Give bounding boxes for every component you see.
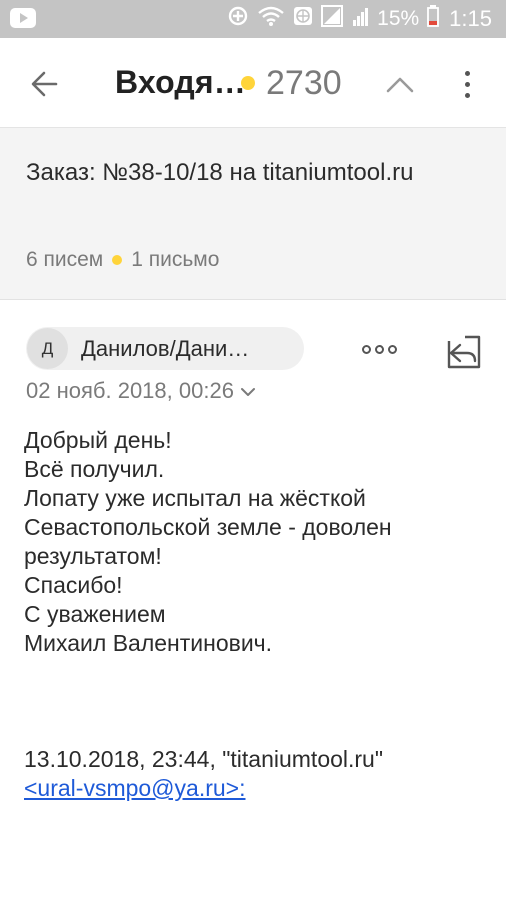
youtube-notification-icon — [10, 8, 36, 28]
more-dot-icon — [464, 81, 470, 87]
reply-icon — [447, 335, 481, 369]
chevron-up-icon — [386, 77, 414, 93]
unread-messages-count[interactable]: 1 письмо — [131, 248, 219, 272]
more-options-button[interactable] — [452, 62, 482, 106]
quote-email-link[interactable]: <ural-vsmpo@ya.ru>: — [24, 775, 246, 801]
thread-meta: 6 писем 1 письмо — [26, 248, 219, 272]
messages-count: 6 писем — [26, 248, 104, 271]
clock: 1:15 — [449, 6, 492, 31]
wifi-icon — [257, 5, 285, 33]
chevron-down-icon — [240, 388, 255, 396]
signal-bars-icon — [353, 5, 369, 33]
folder-title: Входя… — [115, 64, 246, 100]
thread-subject: Заказ: №38-10/18 на titaniumtool.ru — [26, 159, 414, 186]
circle-dot-icon — [375, 345, 384, 354]
message-date[interactable]: 02 нояб. 2018, 00:26 — [26, 378, 256, 404]
avatar: Д — [27, 328, 68, 369]
body-signature: Михаил Валентинович. — [24, 630, 273, 656]
back-button[interactable] — [22, 62, 66, 106]
more-dot-icon — [464, 92, 470, 98]
status-bar: 15% 1:15 — [0, 0, 506, 38]
status-icons: 15% 1:15 — [227, 0, 492, 38]
sim-signal-icon — [321, 5, 345, 33]
message-more-button[interactable] — [362, 345, 397, 354]
body-greeting: Добрый день! — [24, 427, 172, 453]
unread-count: 2730 — [266, 64, 342, 102]
sender-chip[interactable]: Д Данилов/Дани… — [26, 327, 304, 370]
thread-header: Заказ: №38-10/18 на titaniumtool.ru 6 пи… — [0, 128, 506, 300]
body-line: Севастопольской земле - доволен — [24, 514, 392, 540]
circle-dot-icon — [362, 345, 371, 354]
body-line: результатом! — [24, 543, 162, 569]
body-line: Всё получил. — [24, 456, 165, 482]
circle-dot-icon — [388, 345, 397, 354]
battery-percent: 15% — [377, 7, 420, 30]
battery-icon — [427, 5, 440, 33]
previous-thread-button[interactable] — [380, 64, 420, 104]
sender-name: Данилов/Дани… — [81, 335, 250, 361]
unread-dot — [112, 255, 123, 265]
data-saver-icon — [227, 5, 249, 33]
body-regards: С уважением — [24, 601, 166, 627]
reply-button[interactable] — [445, 333, 483, 371]
body-thanks: Спасибо! — [24, 572, 123, 598]
message-body: Добрый день! Всё получил. Лопату уже исп… — [24, 426, 494, 803]
app-bar: Входя… 2730 — [0, 38, 506, 128]
unread-dot — [241, 76, 255, 90]
arrow-left-icon — [31, 71, 58, 97]
globe-icon — [293, 6, 313, 32]
more-dot-icon — [464, 70, 470, 76]
body-line: Лопату уже испытал на жёсткой — [24, 485, 366, 511]
message-date-text: 02 нояб. 2018, 00:26 — [26, 378, 234, 403]
quote-header: 13.10.2018, 23:44, "titaniumtool.ru" — [24, 746, 384, 772]
